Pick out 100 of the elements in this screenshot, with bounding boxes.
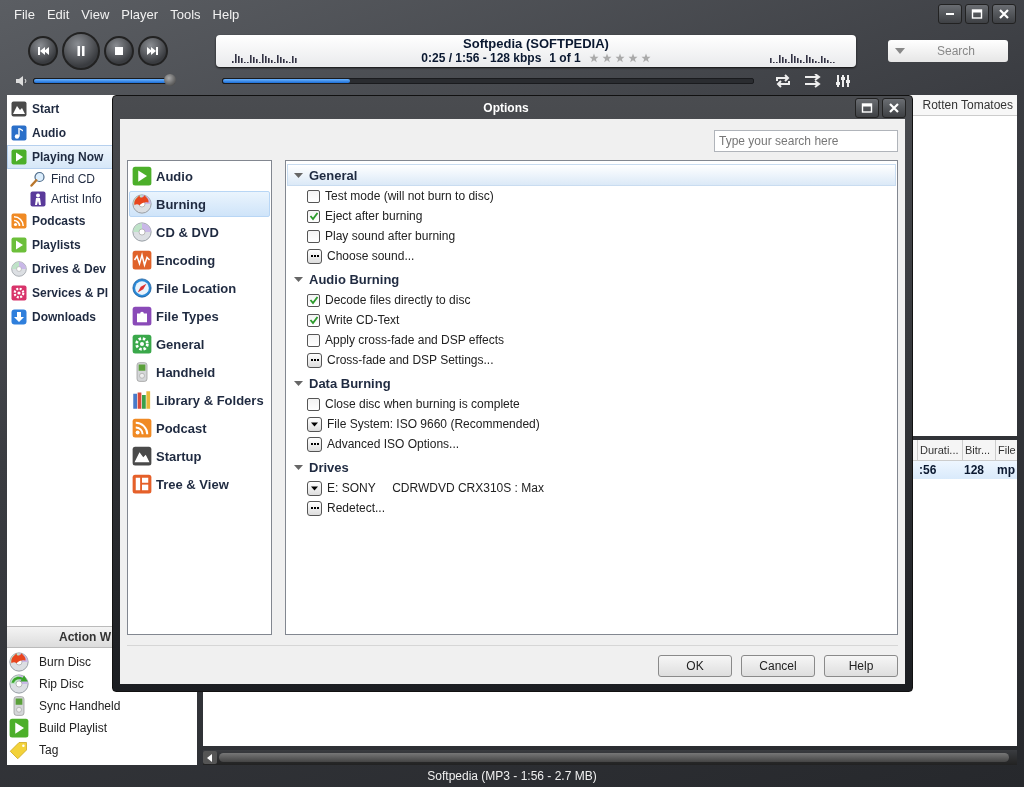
dialog-button[interactable]: Cancel [741,655,815,677]
option-label: File System: ISO 9660 (Recommended) [327,417,540,431]
previous-icon [36,44,50,58]
category-item[interactable]: Startup [129,443,270,469]
maximize-icon [971,8,983,20]
action-item[interactable]: Rip Disc [7,673,197,695]
category-item[interactable]: General [129,331,270,357]
checkbox[interactable] [307,229,320,243]
menu-item[interactable]: File [8,6,41,22]
panel-tab[interactable]: Rotten Tomatoes [920,95,1017,115]
search-icon [30,171,46,187]
expand-arrow-icon [294,170,303,180]
dialog-button[interactable]: OK [658,655,732,677]
stop-button[interactable] [104,36,134,66]
group-header[interactable]: Drives [287,456,896,478]
maximize-button[interactable] [965,4,989,24]
next-button[interactable] [138,36,168,66]
scroll-left-button[interactable] [203,751,217,764]
checkbox[interactable] [307,189,320,203]
category-item[interactable]: Encoding [129,247,270,273]
menu-item[interactable]: Edit [40,6,76,22]
checkbox[interactable] [307,293,320,307]
action-item[interactable]: Sync Handheld [7,695,197,717]
checkbox[interactable] [307,397,320,411]
group-header[interactable]: General [287,164,896,186]
ellipsis-button[interactable] [307,248,322,264]
group-header[interactable]: Audio Burning [287,268,896,290]
category-item[interactable]: Burning [129,191,270,217]
dropdown-button[interactable] [307,480,322,496]
scroll-thumb[interactable] [219,753,1009,762]
check-icon [308,295,319,305]
option-label: Choose sound... [327,249,415,263]
close-icon [888,101,900,114]
ellipsis-button[interactable] [307,436,322,452]
slider-thumb[interactable] [163,74,176,86]
rss-icon [11,213,27,229]
dropdown-button[interactable] [307,416,322,432]
group-header[interactable]: Data Burning [287,372,896,394]
minimize-button[interactable] [938,4,962,24]
category-item[interactable]: Handheld [129,359,270,385]
column-header[interactable]: File [995,440,1017,460]
next-icon [146,44,160,58]
menu-item[interactable]: View [75,6,116,22]
disc-icon [132,222,152,242]
column-header[interactable]: Durati... [917,440,962,460]
category-item[interactable]: Library & Folders [129,387,270,413]
checkbox[interactable] [307,313,320,327]
option-label: Cross-fade and DSP Settings... [327,353,494,367]
close-button[interactable] [992,4,1016,24]
play-icon [11,237,27,253]
star-icon [601,53,612,63]
track-position: 1 of 1 [549,51,581,65]
dialog-button[interactable]: Help [824,655,898,677]
action-item[interactable]: Burn Disc [7,651,197,673]
option-label: Apply cross-fade and DSP effects [325,333,504,347]
scrollbar[interactable] [203,750,1017,765]
gear-icon [11,285,27,301]
option-label: Write CD-Text [325,313,400,327]
expand-arrow-icon [294,274,303,284]
category-item[interactable]: Tree & View [129,471,270,497]
sidebar-item[interactable]: Start [7,97,197,121]
ellipsis-button[interactable] [307,500,322,516]
maximize-button[interactable] [855,97,879,118]
action-item[interactable]: Tag [7,739,197,761]
star-icon [588,53,599,63]
previous-button[interactable] [28,36,58,66]
layout-icon [132,474,152,494]
action-item[interactable]: Build Playlist [7,717,197,739]
checkbox[interactable] [307,209,320,223]
star-icon [614,53,625,63]
column-header[interactable]: Bitr... [962,440,995,460]
menu-item[interactable]: Player [115,6,165,22]
search-field[interactable]: Search [888,40,1008,62]
option-label: Test mode (will not burn to disc) [325,189,494,203]
volume-icon [15,75,29,87]
close-icon [998,8,1010,20]
option-label: E: SONY CDRWDVD CRX310S : Max [327,481,544,495]
pause-button[interactable] [62,32,100,70]
option-label: Play sound after burning [325,229,456,243]
rss-icon [132,418,152,438]
dropdown-arrow-icon [895,48,905,54]
category-item[interactable]: File Types [129,303,270,329]
checkbox[interactable] [307,333,320,347]
sidebar-item[interactable]: Audio [7,121,197,145]
ellipsis-button[interactable] [307,352,322,368]
category-item[interactable]: CD & DVD [129,219,270,245]
shuffle-icon [804,74,822,88]
mountain-icon [11,101,27,117]
seek-bar[interactable] [222,78,754,84]
flame-disc-icon [132,194,152,214]
menu-item[interactable]: Help [206,6,246,22]
dialog-title: Options [482,100,530,115]
figure-icon [30,191,46,207]
close-button[interactable] [882,97,906,118]
option-label: Advanced ISO Options... [327,437,460,451]
menu-item[interactable]: Tools [164,6,207,22]
disc-icon [11,261,27,277]
category-item[interactable]: Podcast [129,415,270,441]
category-item[interactable]: File Location [129,275,270,301]
search-field[interactable]: Type your search here [714,130,898,152]
